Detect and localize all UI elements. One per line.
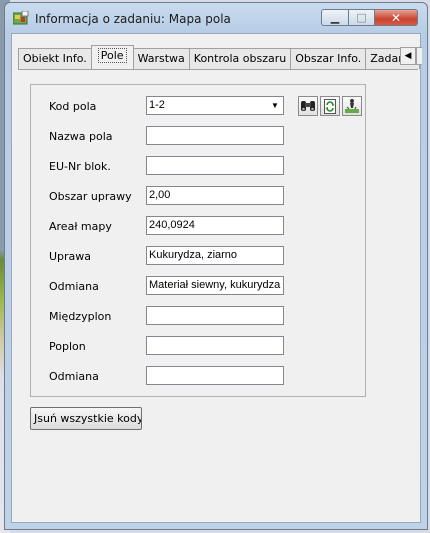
label-nazwa-pola: Nazwa pola: [49, 130, 113, 143]
label-areal-mapy: Areał mapy: [49, 220, 112, 233]
label-kod-pola: Kod pola: [49, 100, 97, 113]
field-person-icon: [345, 99, 359, 113]
tab-bar: Obiekt Info. Pole Warstwa Kontrola obsza…: [18, 45, 421, 69]
move-all-codes-button[interactable]: Jsuń wszystkie kody pó: [30, 407, 142, 430]
tab-scroll-left-button[interactable]: ◀: [400, 47, 416, 65]
label-eu-nr-blok: EU-Nr blok.: [49, 160, 111, 173]
close-icon: ✕: [390, 10, 402, 25]
maximize-button[interactable]: □: [348, 9, 374, 26]
areal-mapy-input[interactable]: 240,0924: [146, 216, 284, 235]
search-button[interactable]: [298, 96, 318, 116]
tab-kontrola-obszaru[interactable]: Kontrola obszaru: [188, 48, 292, 69]
refresh-icon: [324, 98, 336, 114]
odmiana-input[interactable]: Materiał siewny, kukurydza: [146, 276, 284, 295]
binoculars-icon: [301, 101, 315, 111]
close-button[interactable]: ✕: [374, 9, 418, 26]
eu-nr-blok-input[interactable]: [146, 156, 284, 175]
window-title: Informacja o zadaniu: Mapa pola: [35, 12, 231, 26]
tab-scroll-right-button[interactable]: [416, 47, 422, 65]
minimize-button[interactable]: ▁: [321, 9, 348, 26]
label-obszar-uprawy: Obszar uprawy: [49, 190, 132, 203]
tab-pole-label: Pole: [97, 48, 127, 63]
label-uprawa: Uprawa: [49, 250, 92, 263]
poplon-input[interactable]: [146, 336, 284, 355]
uprawa-input[interactable]: Kukurydza, ziarno: [146, 246, 284, 265]
app-icon: [13, 11, 29, 25]
kod-pola-dropdown[interactable]: 1-2 ▼: [146, 96, 284, 115]
label-odmiana: Odmiana: [49, 280, 99, 293]
title-bar[interactable]: Informacja o zadaniu: Mapa pola ▁ □ ✕: [5, 3, 427, 33]
maximize-icon: □: [356, 11, 367, 24]
label-poplon: Poplon: [49, 340, 86, 353]
chevron-down-icon[interactable]: ▼: [267, 97, 283, 114]
tab-pole[interactable]: Pole: [90, 45, 134, 69]
minimize-icon: ▁: [330, 11, 340, 24]
kod-pola-value: 1-2: [149, 99, 165, 111]
miedzyplon-input[interactable]: [146, 306, 284, 325]
nazwa-pola-input[interactable]: [146, 126, 284, 145]
label-miedzyplon: Międzyplon: [49, 310, 112, 323]
tab-obiekt-info[interactable]: Obiekt Info.: [18, 48, 92, 69]
client-area: Obiekt Info. Pole Warstwa Kontrola obsza…: [11, 33, 422, 523]
tab-obszar-info[interactable]: Obszar Info.: [290, 48, 367, 69]
window: Informacja o zadaniu: Mapa pola ▁ □ ✕ Ob…: [4, 2, 428, 530]
obszar-uprawy-input[interactable]: 2,00: [146, 186, 284, 205]
label-odmiana-2: Odmiana: [49, 370, 99, 383]
tab-warstwa[interactable]: Warstwa: [132, 48, 190, 69]
odmiana-2-input[interactable]: [146, 366, 284, 385]
chevron-left-icon: ◀: [404, 51, 412, 61]
field-person-button[interactable]: [342, 96, 362, 116]
refresh-button[interactable]: [320, 96, 340, 116]
